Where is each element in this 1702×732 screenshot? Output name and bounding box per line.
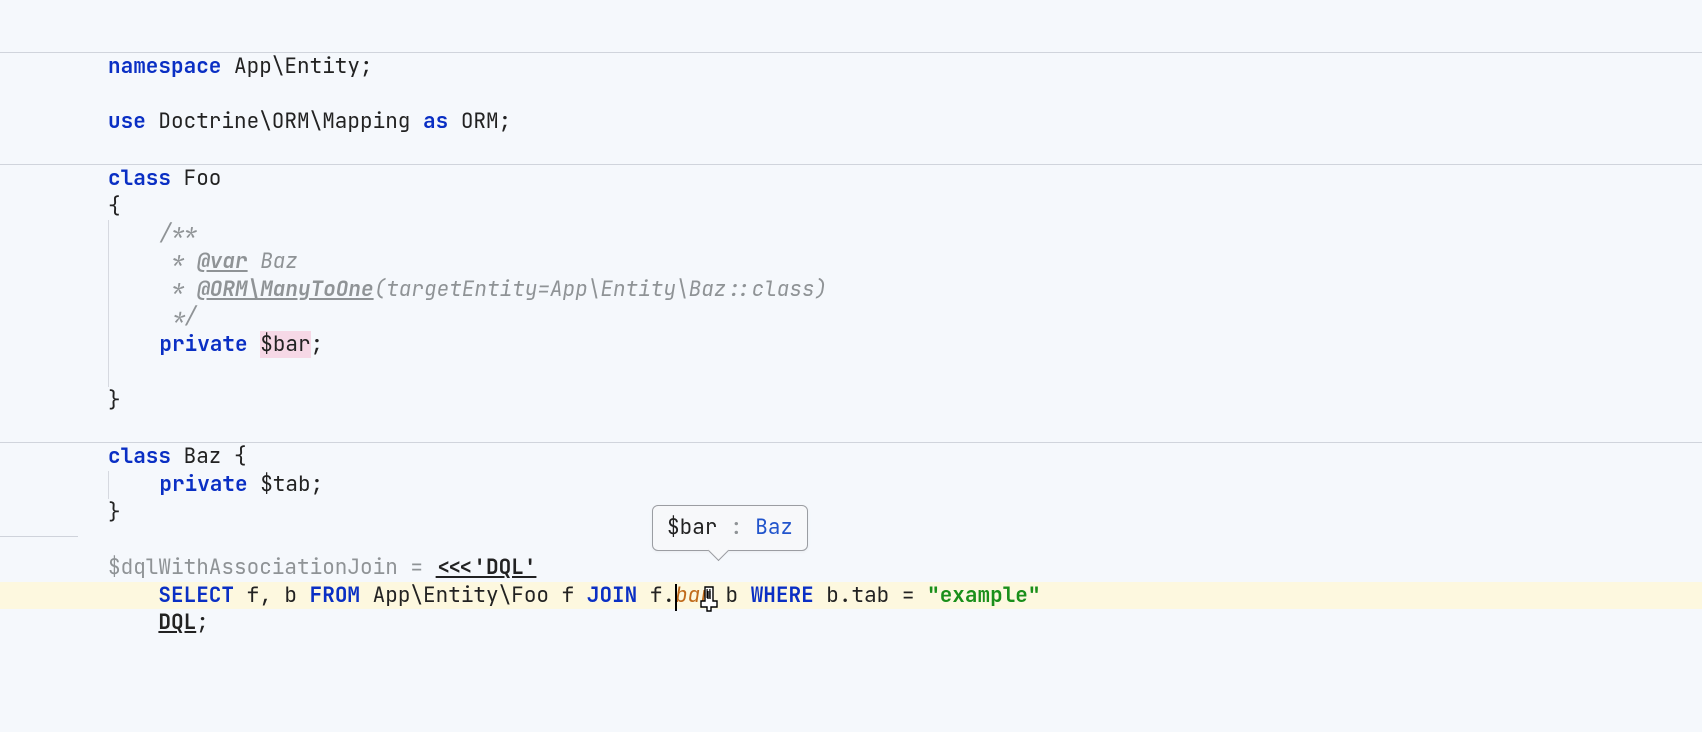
sql-select: SELECT [158,582,234,609]
docblock-close: */ [109,303,197,330]
sql-join: JOIN [587,582,637,609]
docblock-orm-args: (targetEntity=App\Entity\Baz::class) [374,276,828,303]
sql-columns: f, b [234,582,310,609]
docblock-line-prefix: * [109,248,197,275]
namespace-name: App\Entity; [221,53,372,80]
keyword-namespace: namespace [108,53,221,80]
code-line[interactable]: /** [0,220,1702,248]
tooltip-sep: : [717,514,755,541]
var-dql: $dqlWithAssociationJoin [108,554,398,581]
code-line-blank[interactable] [0,414,1702,442]
sql-condition: b.tab = [814,582,927,609]
docblock-var-tag: @var [197,248,247,275]
code-line[interactable]: } [0,387,1702,415]
keyword-private: private [159,471,247,498]
code-line[interactable]: use Doctrine\ORM\Mapping as ORM; [0,108,1702,136]
code-editor[interactable]: namespace App\Entity; use Doctrine\ORM\M… [0,0,1702,637]
brace-close: } [108,387,121,414]
class-name-baz: Baz { [171,443,247,470]
heredoc-open: <<<'DQL' [436,554,537,581]
docblock-line-prefix: * [109,276,197,303]
code-line-blank[interactable] [0,359,1702,387]
keyword-class: class [108,165,171,192]
code-line-highlighted[interactable]: SELECT f, b FROM App\Entity\Foo f JOIN f… [0,582,1702,610]
heredoc-close: DQL [158,609,196,636]
code-line[interactable]: */ [0,303,1702,331]
code-line[interactable]: private $bar; [0,331,1702,359]
var-tab: $tab; [248,471,324,498]
sql-string: "example" [927,582,1040,609]
keyword-private: private [159,331,247,358]
code-line[interactable]: private $tab; [0,471,1702,499]
code-line[interactable]: $dqlWithAssociationJoin = <<<'DQL' [0,554,1702,582]
brace-open: { [108,193,121,220]
semicolon: ; [311,331,324,358]
docblock-var-type: Baz [248,248,298,275]
sql-join-field[interactable]: bar [675,582,713,609]
assign-op: = [398,554,436,581]
code-line[interactable]: class Foo [0,165,1702,193]
tooltip-var: $bar [667,514,717,541]
code-line[interactable]: } [0,499,1702,527]
code-line[interactable]: namespace App\Entity; [0,53,1702,81]
type-hint-tooltip: $bar : Baz [652,505,808,551]
tooltip-type: Baz [755,514,793,541]
class-name-foo: Foo [171,165,221,192]
sql-from: FROM [310,582,360,609]
keyword-class: class [108,443,171,470]
var-bar: $bar [260,331,310,358]
use-alias: ORM; [448,108,511,135]
code-line-blank[interactable] [0,526,1702,554]
code-line[interactable]: DQL; [0,609,1702,637]
sql-join-prefix: f. [637,582,675,609]
code-line[interactable]: { [0,193,1702,221]
sql-join-alias: b [713,582,751,609]
sql-where: WHERE [751,582,814,609]
sql-table: App\Entity\Foo f [360,582,587,609]
keyword-use: use [108,108,146,135]
gutter-divider [0,536,78,537]
code-line-blank[interactable] [0,81,1702,109]
brace-close: } [108,499,121,526]
text-caret [675,584,677,610]
code-line[interactable]: * @ORM\ManyToOne(targetEntity=App\Entity… [0,276,1702,304]
semicolon: ; [196,609,209,636]
keyword-as: as [423,108,448,135]
code-line-blank[interactable] [0,136,1702,164]
code-line[interactable]: * @var Baz [0,248,1702,276]
docblock-orm-tag: @ORM\ManyToOne [197,276,373,303]
docblock-open: /** [109,220,197,247]
use-path: Doctrine\ORM\Mapping [146,108,423,135]
code-line[interactable]: class Baz { [0,443,1702,471]
